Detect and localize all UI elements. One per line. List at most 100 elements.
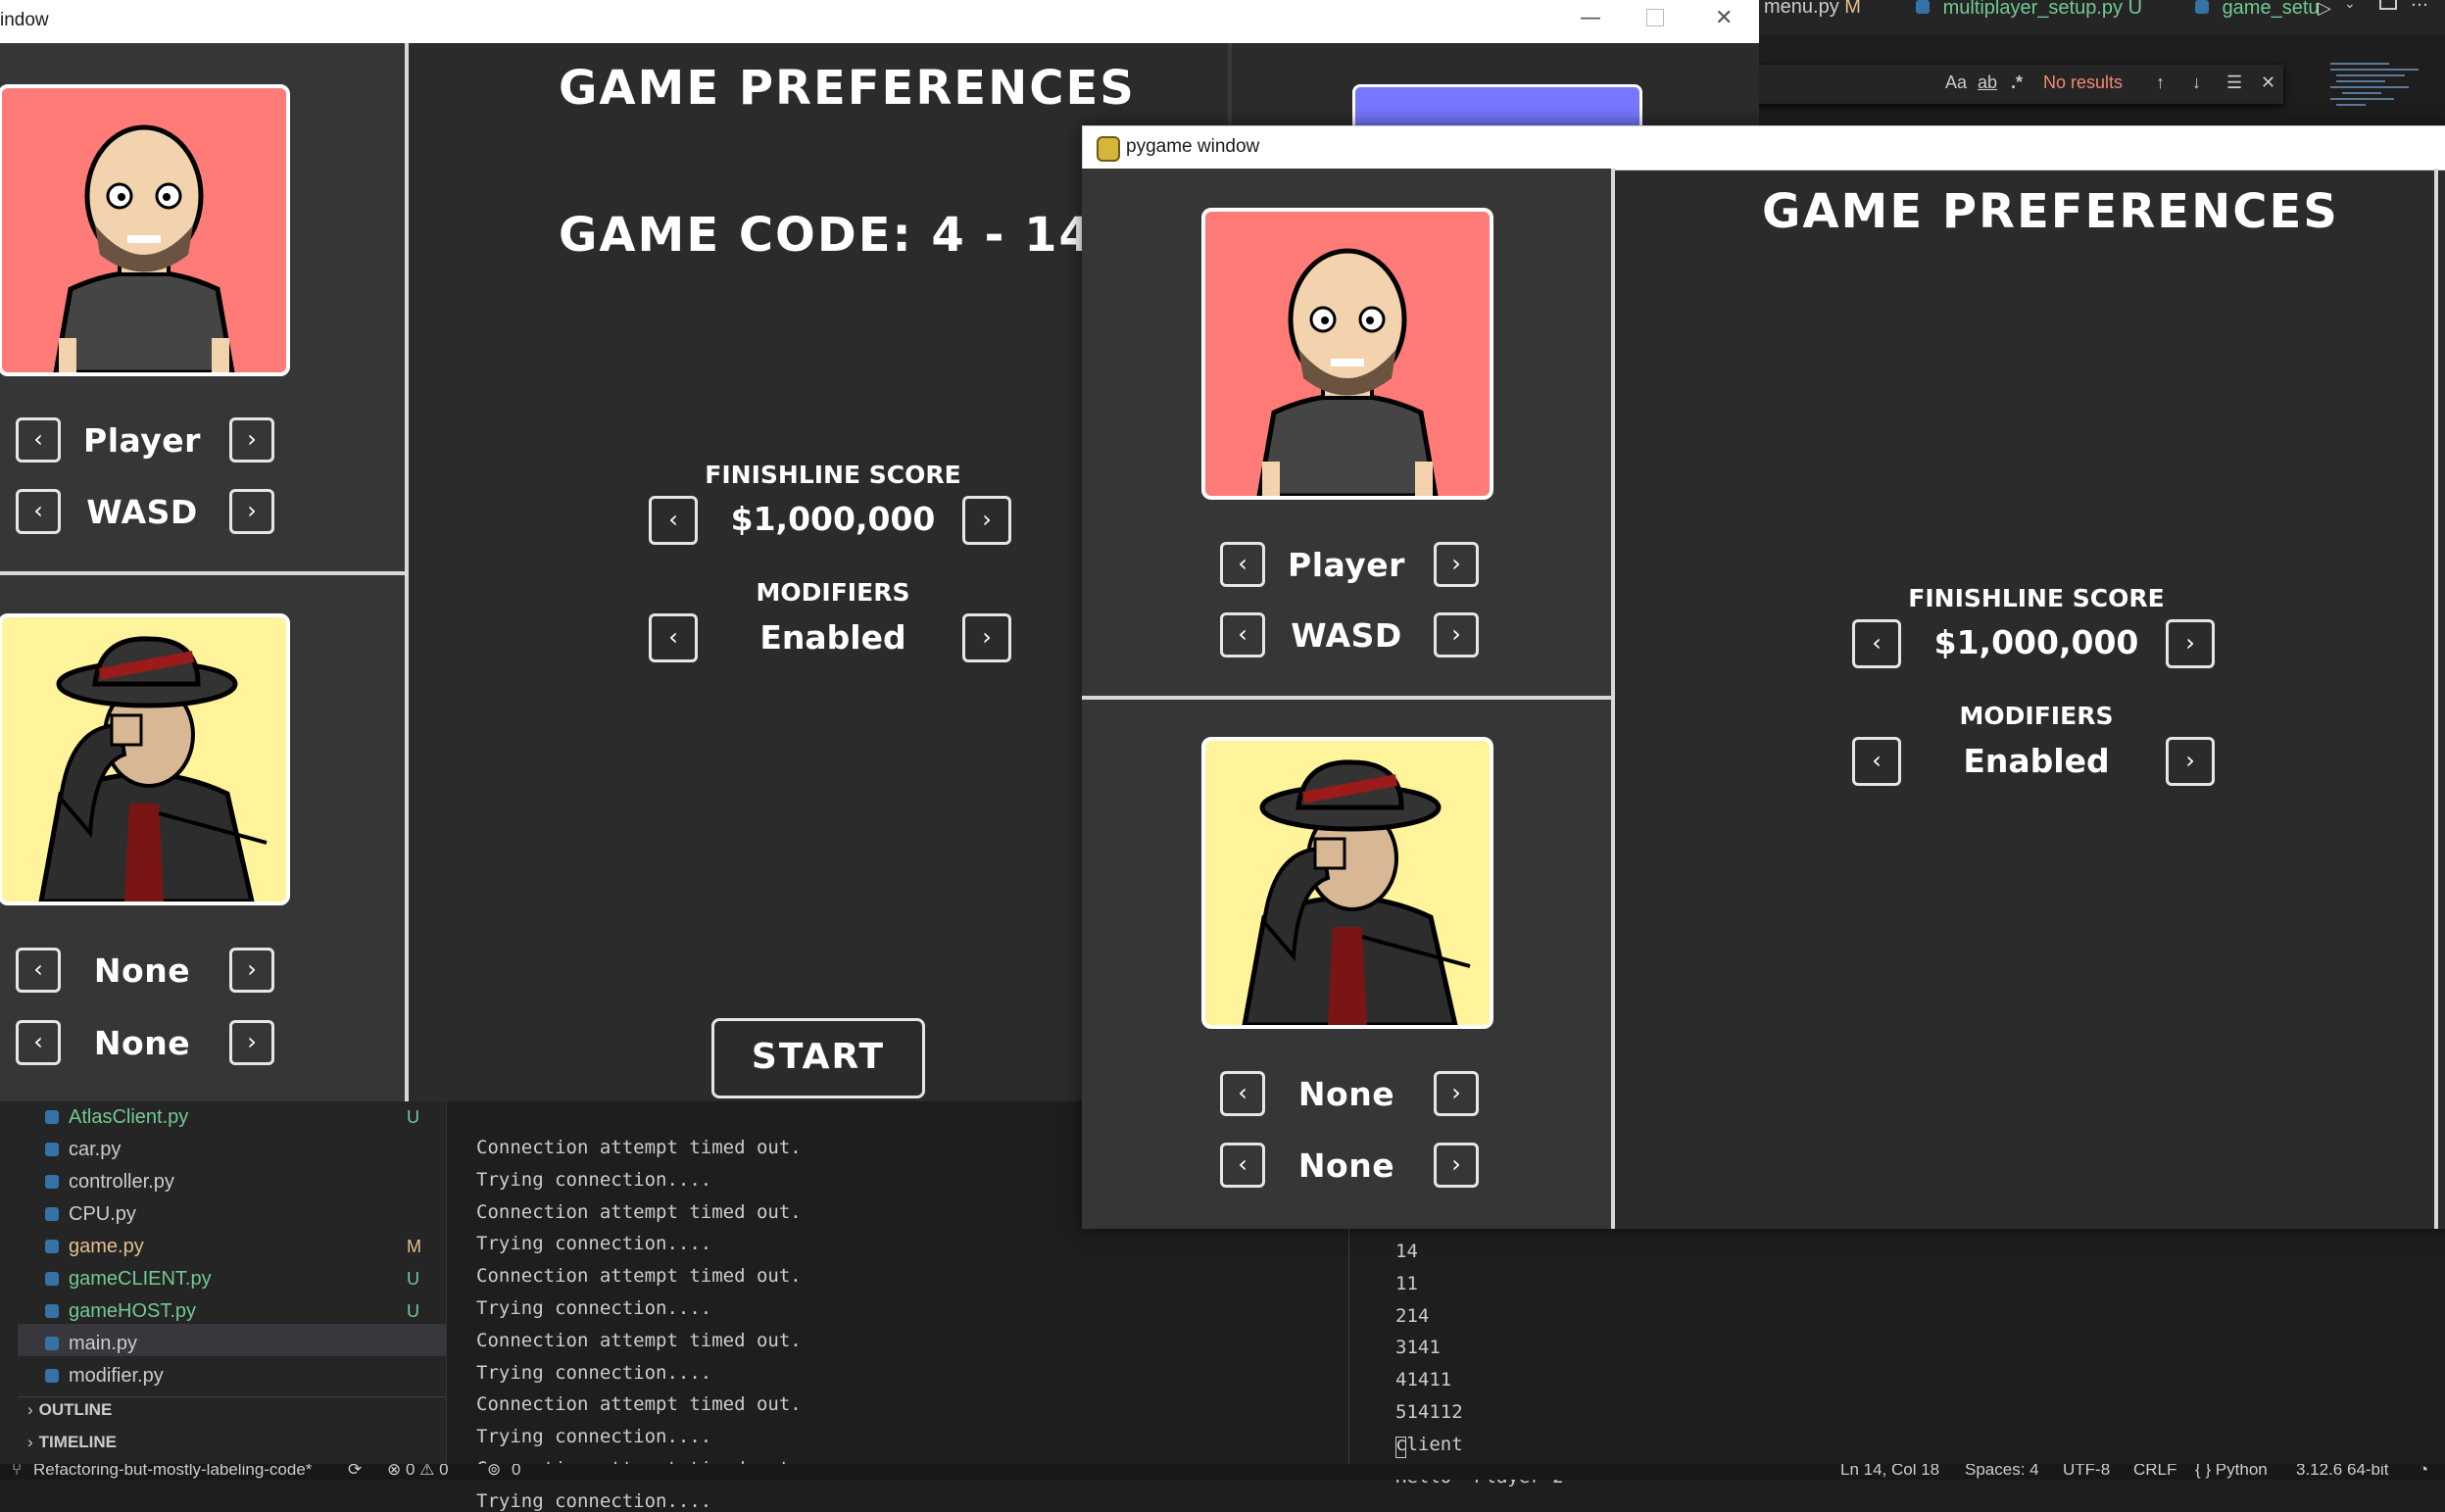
chevron-down-icon[interactable]: ⌄ — [2344, 0, 2356, 12]
player-1-controls-prev-button[interactable]: ‹ — [1220, 612, 1265, 658]
window-title: indow — [0, 10, 49, 30]
modifiers-label: MODIFIERS — [756, 578, 910, 607]
file-item[interactable]: gameCLIENT.py U — [45, 1263, 419, 1295]
pygame-snake-icon — [1097, 136, 1120, 162]
start-button[interactable]: START — [711, 1018, 925, 1098]
player-1-avatar — [0, 84, 290, 376]
terminal-line: 11 — [1395, 1272, 1418, 1294]
tab-label: menu.py — [1764, 0, 1839, 18]
notifications-icon[interactable]: ◔ — [2419, 1464, 2428, 1480]
bald-character-sprite — [1256, 248, 1439, 496]
branch-name[interactable]: Refactoring-but-mostly-labeling-code* — [33, 1464, 312, 1480]
minimize-icon[interactable]: — — [1580, 6, 1601, 30]
problems-count[interactable]: ⊗ 0 ⚠ 0 — [387, 1464, 449, 1480]
minimap[interactable] — [2323, 55, 2440, 133]
file-item[interactable]: car.py — [45, 1134, 121, 1166]
whole-word-toggle[interactable]: ab — [1978, 73, 1997, 93]
terminal-line: Connection attempt timed out. — [476, 1329, 802, 1351]
sync-icon[interactable]: ⟳ — [348, 1464, 362, 1480]
player-2-type-value: None — [1297, 1075, 1395, 1113]
terminal-line: Trying connection.... — [476, 1168, 712, 1191]
outline-section[interactable]: › OUTLINE — [27, 1400, 112, 1420]
player-2-avatar — [1201, 737, 1493, 1029]
indentation[interactable]: Spaces: 4 — [1965, 1464, 2039, 1480]
maximize-icon[interactable] — [1646, 9, 1664, 26]
python-file-icon — [2195, 0, 2209, 14]
player-1-controls-value: WASD — [86, 493, 198, 531]
chevron-right-icon: › — [27, 1433, 33, 1451]
player-2-type-prev-button[interactable]: ‹ — [16, 948, 61, 993]
slot-divider — [1082, 696, 1611, 700]
player-1-type-value: Player — [83, 421, 201, 460]
previous-match-icon[interactable]: ↑ — [2156, 73, 2165, 93]
tab-menu[interactable]: menu.py M — [1764, 0, 1861, 35]
tab-label: game_setu — [2222, 0, 2320, 19]
window-titlebar[interactable]: pygame window — [1082, 125, 2445, 171]
next-match-icon[interactable]: ↓ — [2192, 73, 2201, 93]
client-game-window: pygame window ‹ Player › ‹ WASD › ‹ None… — [1082, 125, 2445, 1229]
modifiers-next-button[interactable]: › — [2166, 737, 2215, 786]
timeline-section[interactable]: › TIMELINE — [27, 1433, 117, 1452]
terminal-line: Trying connection.... — [476, 1233, 712, 1255]
match-case-toggle[interactable]: Aa — [1945, 73, 1967, 93]
regex-toggle[interactable]: .* — [2011, 73, 2023, 93]
find-in-selection-icon[interactable]: ☰ — [2226, 73, 2242, 93]
file-item[interactable]: modifier.py — [45, 1360, 164, 1392]
tab-multiplayer-setup[interactable]: multiplayer_setup.py U — [1916, 0, 2142, 35]
finishline-next-button[interactable]: › — [962, 496, 1011, 545]
modifiers-prev-button[interactable]: ‹ — [649, 613, 698, 662]
player-1-avatar — [1201, 208, 1493, 500]
more-actions-icon[interactable]: … — [2411, 0, 2428, 11]
python-interpreter[interactable]: 3.12.6 64-bit — [2296, 1464, 2389, 1480]
player-1-type-prev-button[interactable]: ‹ — [1220, 542, 1265, 587]
file-item[interactable]: AtlasClient.py U — [45, 1101, 419, 1134]
terminal-line: Trying connection.... — [476, 1361, 712, 1384]
run-icon[interactable]: ▷ — [2318, 0, 2331, 19]
player-2-controls-prev-button[interactable]: ‹ — [1220, 1143, 1265, 1188]
player-1-controls-next-button[interactable]: › — [1434, 612, 1479, 658]
page-title: GAME PREFERENCES — [559, 61, 1136, 116]
player-2-type-prev-button[interactable]: ‹ — [1220, 1071, 1265, 1116]
finishline-next-button[interactable]: › — [2166, 619, 2215, 668]
panel-divider-vertical — [405, 43, 409, 1101]
modifiers-next-button[interactable]: › — [962, 613, 1011, 662]
file-item[interactable]: game.py M — [45, 1231, 421, 1263]
player-2-type-next-button[interactable]: › — [229, 948, 274, 993]
player-2-controls-next-button[interactable]: › — [229, 1020, 274, 1065]
file-item[interactable]: gameHOST.py U — [45, 1295, 419, 1328]
line-ending[interactable]: CRLF — [2133, 1464, 2176, 1480]
window-titlebar[interactable]: indow — ✕ — [0, 0, 1759, 43]
player-1-controls-prev-button[interactable]: ‹ — [16, 489, 61, 534]
close-icon[interactable]: ✕ — [1715, 6, 1733, 30]
modifiers-prev-button[interactable]: ‹ — [1852, 737, 1901, 786]
language-mode[interactable]: { } Python — [2195, 1464, 2268, 1480]
terminal-line: 3141 — [1395, 1337, 1441, 1359]
encoding[interactable]: UTF-8 — [2063, 1464, 2110, 1480]
terminal-line: 514112 — [1395, 1401, 1463, 1423]
tab-game-setup[interactable]: game_setu — [2195, 0, 2320, 35]
player-1-controls-next-button[interactable]: › — [229, 489, 274, 534]
explorer-panel: AtlasClient.py U car.py controller.py CPU… — [0, 1101, 446, 1469]
finishline-prev-button[interactable]: ‹ — [649, 496, 698, 545]
terminal-line: Connection attempt timed out. — [476, 1393, 802, 1416]
player-2-controls-next-button[interactable]: › — [1434, 1143, 1479, 1188]
ports-count[interactable]: 0 — [512, 1464, 520, 1480]
finishline-prev-button[interactable]: ‹ — [1852, 619, 1901, 668]
close-icon[interactable]: ✕ — [2261, 73, 2275, 93]
player-1-type-prev-button[interactable]: ‹ — [16, 417, 61, 463]
modifiers-label: MODIFIERS — [1959, 702, 2114, 730]
branch-icon: ⑂ — [12, 1464, 23, 1479]
file-item[interactable]: main.py — [45, 1328, 137, 1360]
split-editor-icon[interactable] — [2379, 0, 2397, 10]
file-item[interactable]: controller.py — [45, 1166, 174, 1198]
player-1-type-next-button[interactable]: › — [1434, 542, 1479, 587]
player-2-controls-prev-button[interactable]: ‹ — [16, 1020, 61, 1065]
finishline-score-label: FINISHLINE SCORE — [1908, 584, 2165, 612]
panel-divider-vertical — [1611, 169, 1615, 1229]
file-item[interactable]: CPU.py — [45, 1198, 136, 1231]
terminal-line: Trying connection.... — [476, 1489, 712, 1512]
player-2-type-next-button[interactable]: › — [1434, 1071, 1479, 1116]
cursor-position[interactable]: Ln 14, Col 18 — [1840, 1464, 1939, 1480]
fedora-character-sprite — [1242, 759, 1471, 1025]
player-1-type-next-button[interactable]: › — [229, 417, 274, 463]
